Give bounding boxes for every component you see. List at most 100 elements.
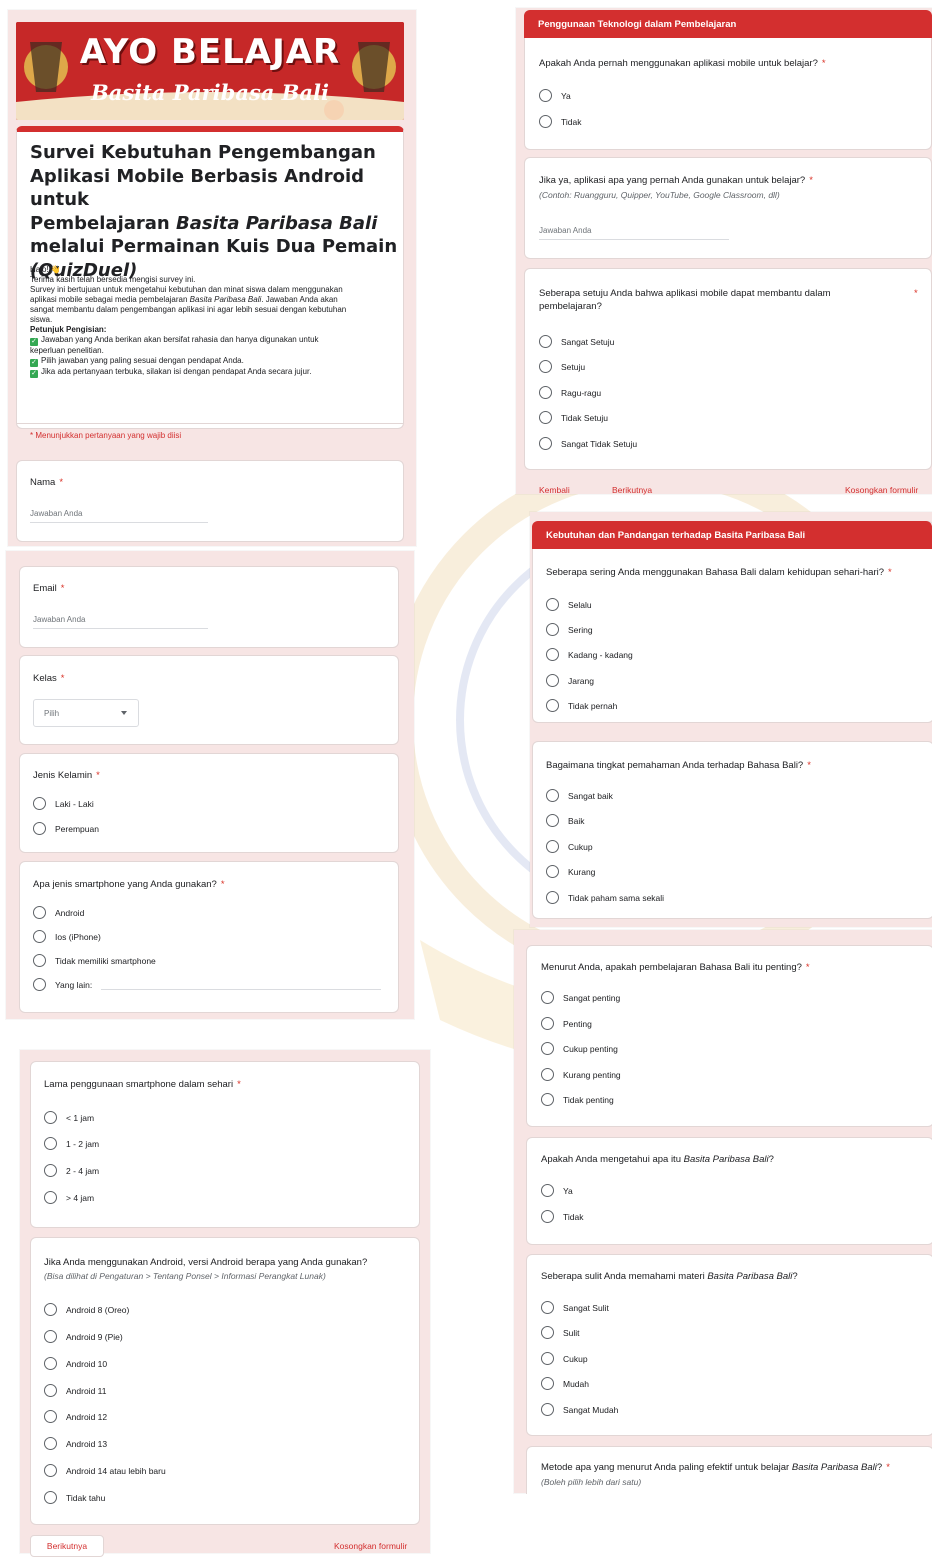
radio-button[interactable] [33,906,46,919]
radio-option[interactable]: Android 12 [44,1410,107,1423]
radio-button[interactable] [541,1068,554,1081]
radio-button[interactable] [541,991,554,1004]
radio-button[interactable] [44,1137,57,1150]
radio-button[interactable] [539,115,552,128]
radio-button[interactable] [539,89,552,102]
radio-button[interactable] [541,1377,554,1390]
back-button[interactable]: Kembali [539,485,570,495]
radio-button[interactable] [546,648,559,661]
radio-button[interactable] [33,797,46,810]
radio-option[interactable]: Tidak [541,1210,583,1223]
radio-option[interactable]: Setuju [539,360,585,373]
radio-option[interactable]: Ya [539,89,571,102]
radio-button[interactable] [44,1384,57,1397]
radio-option[interactable]: Sangat baik [546,789,613,802]
next-button[interactable]: Berikutnya [612,485,652,495]
radio-option[interactable]: Tidak memiliki smartphone [33,954,156,967]
radio-option[interactable]: Baik [546,814,585,827]
radio-option[interactable]: Kurang penting [541,1068,621,1081]
radio-option[interactable]: 2 - 4 jam [44,1164,99,1177]
radio-button[interactable] [546,789,559,802]
next-button[interactable]: Berikutnya [30,1535,104,1557]
radio-option[interactable]: Tidak Setuju [539,411,608,424]
radio-option[interactable]: Sangat penting [541,991,620,1004]
other-text-input[interactable] [101,989,381,990]
radio-button[interactable] [33,978,46,991]
radio-button[interactable] [546,699,559,712]
radio-button[interactable] [546,891,559,904]
radio-option[interactable]: Tidak penting [541,1093,614,1106]
radio-button[interactable] [546,840,559,853]
radio-option[interactable]: Kadang - kadang [546,648,633,661]
radio-option[interactable]: 1 - 2 jam [44,1137,99,1150]
radio-button[interactable] [33,954,46,967]
radio-button[interactable] [546,865,559,878]
radio-option[interactable]: Ios (iPhone) [33,930,101,943]
nama-input[interactable]: Jawaban Anda [30,509,208,523]
radio-option[interactable]: Tidak pernah [546,699,617,712]
radio-button[interactable] [539,360,552,373]
radio-option[interactable]: < 1 jam [44,1111,94,1124]
radio-button[interactable] [546,623,559,636]
radio-option[interactable]: Cukup [541,1352,588,1365]
radio-option[interactable]: Android 9 (Pie) [44,1330,123,1343]
radio-button[interactable] [44,1464,57,1477]
radio-option[interactable]: Sangat Setuju [539,335,614,348]
radio-button[interactable] [33,822,46,835]
radio-option[interactable]: Android 13 [44,1437,107,1450]
radio-button[interactable] [541,1352,554,1365]
radio-button[interactable] [44,1330,57,1343]
radio-button[interactable] [539,411,552,424]
radio-button[interactable] [539,437,552,450]
radio-option[interactable]: Android 8 (Oreo) [44,1303,129,1316]
radio-option[interactable]: Ya [541,1184,573,1197]
radio-option[interactable]: Android [33,906,84,919]
radio-button[interactable] [44,1410,57,1423]
radio-option[interactable]: Sering [546,623,593,636]
radio-button[interactable] [539,335,552,348]
clear-form-link[interactable]: Kosongkan formulir [334,1541,407,1551]
radio-button[interactable] [541,1210,554,1223]
radio-option[interactable]: Android 10 [44,1357,107,1370]
kelas-dropdown[interactable]: Pilih [33,699,139,727]
radio-button[interactable] [539,386,552,399]
radio-option[interactable]: Penting [541,1017,592,1030]
radio-option[interactable]: Tidak paham sama sekali [546,891,664,904]
radio-option[interactable]: Sangat Sulit [541,1301,609,1314]
radio-option[interactable]: Tidak [539,115,581,128]
radio-option[interactable]: Sulit [541,1326,580,1339]
email-input[interactable]: Jawaban Anda [33,615,208,629]
radio-button[interactable] [541,1301,554,1314]
radio-option[interactable]: Selalu [546,598,592,611]
clear-form-link[interactable]: Kosongkan formulir [845,485,918,495]
radio-option[interactable]: Sangat Tidak Setuju [539,437,637,450]
radio-option[interactable]: Cukup penting [541,1042,618,1055]
radio-button[interactable] [33,930,46,943]
radio-button[interactable] [44,1191,57,1204]
radio-button[interactable] [541,1017,554,1030]
radio-option[interactable]: Sangat Mudah [541,1403,618,1416]
radio-option[interactable]: Android 11 [44,1384,106,1397]
radio-button[interactable] [44,1357,57,1370]
radio-button[interactable] [546,674,559,687]
radio-option[interactable]: Laki - Laki [33,797,94,810]
radio-option[interactable]: Android 14 atau lebih baru [44,1464,166,1477]
radio-option-other[interactable]: Yang lain: [33,978,92,991]
radio-button[interactable] [44,1437,57,1450]
radio-button[interactable] [541,1403,554,1416]
radio-option[interactable]: Kurang [546,865,595,878]
radio-button[interactable] [44,1164,57,1177]
radio-option[interactable]: Mudah [541,1377,589,1390]
radio-button[interactable] [541,1326,554,1339]
radio-button[interactable] [44,1491,57,1504]
apps-input[interactable]: Jawaban Anda [539,226,729,240]
radio-option[interactable]: > 4 jam [44,1191,94,1204]
radio-option[interactable]: Ragu-ragu [539,386,601,399]
radio-button[interactable] [546,598,559,611]
radio-button[interactable] [541,1184,554,1197]
radio-button[interactable] [44,1111,57,1124]
radio-button[interactable] [546,814,559,827]
radio-option[interactable]: Cukup [546,840,593,853]
radio-button[interactable] [44,1303,57,1316]
radio-button[interactable] [541,1042,554,1055]
